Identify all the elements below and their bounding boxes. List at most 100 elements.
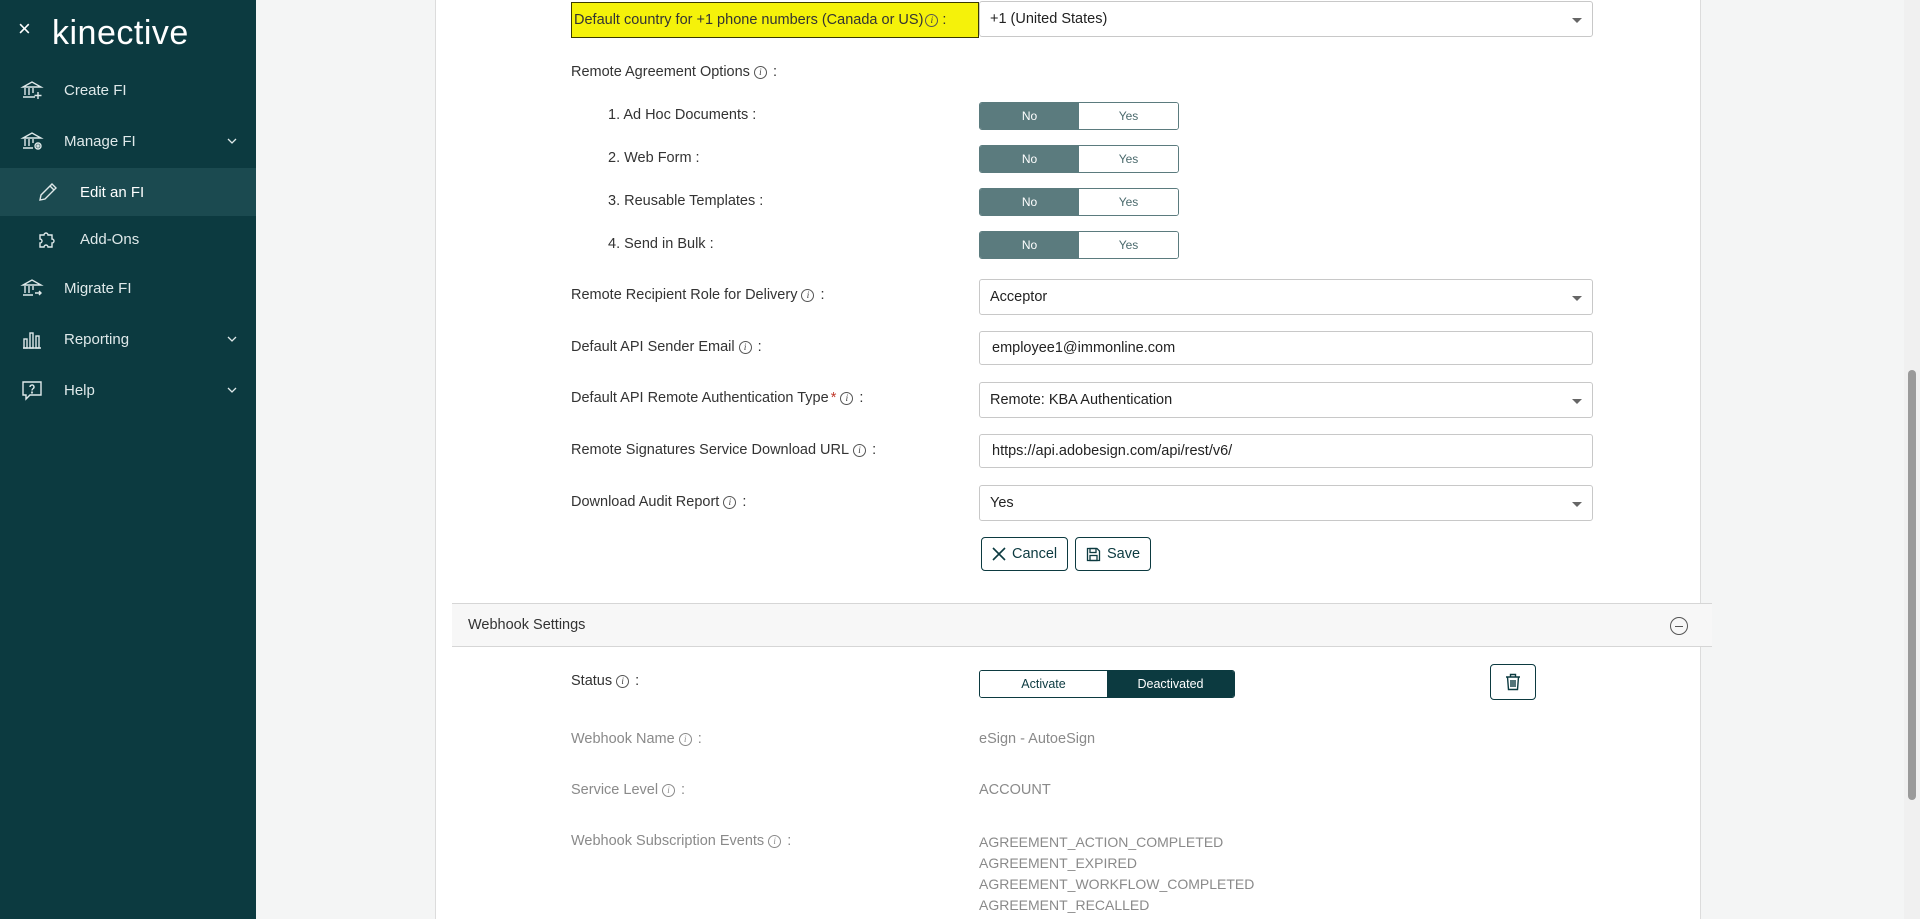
label-colon: : bbox=[697, 731, 702, 747]
webhook-section-header: Webhook Settings bbox=[452, 603, 1712, 647]
label-colon: : bbox=[757, 339, 762, 355]
label-text: Webhook Subscription Events bbox=[571, 833, 765, 849]
info-icon[interactable]: i bbox=[662, 783, 676, 797]
subscription-events-label: Webhook Subscription Events i : bbox=[571, 833, 791, 849]
info-icon[interactable]: i bbox=[753, 65, 767, 79]
label-text: Remote Signatures Service Download URL bbox=[571, 442, 850, 458]
info-icon[interactable]: i bbox=[768, 834, 782, 848]
trash-icon bbox=[1506, 673, 1520, 691]
bank-plus-icon bbox=[20, 81, 44, 99]
send-bulk-no-option[interactable]: No bbox=[980, 232, 1079, 258]
download-url-label: Remote Signatures Service Download URL i… bbox=[571, 442, 876, 458]
ad-hoc-no-option[interactable]: No bbox=[980, 103, 1079, 129]
web-form-no-option[interactable]: No bbox=[980, 146, 1079, 172]
label-colon: : bbox=[742, 494, 747, 510]
deactivated-option[interactable]: Deactivated bbox=[1107, 671, 1234, 697]
caret-down-icon bbox=[1572, 502, 1582, 507]
reusable-templates-no-option[interactable]: No bbox=[980, 189, 1079, 215]
reusable-templates-yes-option[interactable]: Yes bbox=[1079, 189, 1178, 215]
sidebar-item-label: Create FI bbox=[64, 81, 127, 99]
option-reusable-templates-label: 3. Reusable Templates : bbox=[608, 193, 764, 209]
sender-email-input[interactable] bbox=[979, 331, 1593, 365]
label-colon: : bbox=[942, 12, 947, 28]
default-country-label: Default country for +1 phone numbers (Ca… bbox=[571, 2, 979, 38]
cancel-label: Cancel bbox=[1012, 546, 1058, 562]
info-icon[interactable]: i bbox=[925, 13, 939, 27]
puzzle-icon bbox=[39, 232, 55, 248]
send-bulk-yes-option[interactable]: Yes bbox=[1079, 232, 1178, 258]
sidebar-item-create-fi[interactable]: Create FI bbox=[0, 67, 256, 113]
sidebar-item-reporting[interactable]: Reporting bbox=[0, 316, 256, 362]
recipient-role-select[interactable]: Acceptor bbox=[979, 279, 1593, 315]
info-icon[interactable]: i bbox=[801, 288, 815, 302]
activate-option[interactable]: Activate bbox=[980, 671, 1107, 697]
info-icon[interactable]: i bbox=[840, 391, 854, 405]
scrollbar-thumb[interactable] bbox=[1908, 370, 1916, 800]
webhook-name-label: Webhook Name i : bbox=[571, 731, 702, 747]
sidebar-item-manage-fi[interactable]: Manage FI bbox=[0, 118, 256, 164]
caret-down-icon bbox=[1572, 399, 1582, 404]
save-button[interactable]: Save bbox=[1075, 537, 1152, 571]
required-mark: * bbox=[830, 390, 837, 406]
label-colon: : bbox=[859, 390, 864, 406]
label-text: Remote Recipient Role for Delivery bbox=[571, 287, 798, 303]
audit-report-select[interactable]: Yes bbox=[979, 485, 1593, 521]
sidebar-item-add-ons[interactable]: Add-Ons bbox=[0, 216, 256, 262]
pencil-icon bbox=[39, 183, 57, 201]
label-colon: : bbox=[635, 673, 640, 689]
label-colon: : bbox=[772, 64, 777, 80]
sidebar-item-label: Help bbox=[64, 381, 95, 399]
subscription-events-list: AGREEMENT_ACTION_COMPLETED AGREEMENT_EXP… bbox=[979, 832, 1254, 916]
option-ad-hoc-label: 1. Ad Hoc Documents : bbox=[608, 107, 757, 123]
section-title: Webhook Settings bbox=[468, 617, 586, 633]
web-form-yes-option[interactable]: Yes bbox=[1079, 146, 1178, 172]
reusable-templates-toggle: No Yes bbox=[979, 188, 1179, 216]
label-text: Remote Agreement Options bbox=[571, 64, 750, 80]
sidebar-item-label: Manage FI bbox=[64, 132, 136, 150]
web-form-toggle: No Yes bbox=[979, 145, 1179, 173]
close-icon bbox=[992, 547, 1006, 561]
collapse-icon[interactable] bbox=[1670, 617, 1688, 635]
sidebar-item-migrate-fi[interactable]: Migrate FI bbox=[0, 265, 256, 311]
webhook-name-value: eSign - AutoeSign bbox=[979, 731, 1096, 747]
save-icon bbox=[1086, 547, 1101, 561]
service-level-label: Service Level i : bbox=[571, 782, 685, 798]
label-text: Default API Sender Email bbox=[571, 339, 735, 355]
list-item: AGREEMENT_EXPIRED bbox=[979, 855, 1137, 871]
bar-chart-icon bbox=[23, 332, 41, 349]
recipient-role-label: Remote Recipient Role for Delivery i : bbox=[571, 287, 824, 303]
chevron-down-icon[interactable] bbox=[226, 135, 238, 147]
send-bulk-toggle: No Yes bbox=[979, 231, 1179, 259]
list-item: AGREEMENT_RECALLED bbox=[979, 897, 1150, 913]
info-icon[interactable]: i bbox=[738, 340, 752, 354]
vertical-scrollbar[interactable] bbox=[1904, 0, 1920, 919]
download-url-input[interactable] bbox=[979, 434, 1593, 468]
info-icon[interactable]: i bbox=[616, 674, 630, 688]
ad-hoc-yes-option[interactable]: Yes bbox=[1079, 103, 1178, 129]
info-icon[interactable]: i bbox=[853, 443, 867, 457]
chevron-down-icon[interactable] bbox=[226, 384, 238, 396]
auth-type-label: Default API Remote Authentication Type *… bbox=[571, 390, 863, 406]
sidebar-item-label: Add-Ons bbox=[80, 230, 140, 248]
sidebar-item-label: Migrate FI bbox=[64, 279, 132, 297]
caret-down-icon bbox=[1572, 18, 1582, 23]
sidebar-item-edit-fi[interactable]: Edit an FI bbox=[0, 168, 256, 216]
sidebar-header: × kinective bbox=[0, 0, 256, 64]
info-icon[interactable]: i bbox=[678, 732, 692, 746]
caret-down-icon bbox=[1572, 296, 1582, 301]
sender-email-label: Default API Sender Email i : bbox=[571, 339, 762, 355]
kinective-logo: kinective bbox=[52, 14, 189, 52]
sidebar-item-help[interactable]: Help bbox=[0, 367, 256, 413]
chevron-down-icon[interactable] bbox=[226, 333, 238, 345]
delete-webhook-button[interactable] bbox=[1490, 664, 1536, 700]
label-text: Service Level bbox=[571, 782, 659, 798]
info-icon[interactable]: i bbox=[723, 495, 737, 509]
remote-options-label: Remote Agreement Options i : bbox=[571, 64, 777, 80]
auth-type-select[interactable]: Remote: KBA Authentication bbox=[979, 382, 1593, 418]
select-value: +1 (United States) bbox=[990, 11, 1108, 27]
default-country-select[interactable]: +1 (United States) bbox=[979, 1, 1593, 37]
close-icon[interactable]: × bbox=[18, 18, 38, 40]
cancel-button[interactable]: Cancel bbox=[981, 537, 1069, 571]
sidebar: × kinective Create FI Manage FI Edit an … bbox=[0, 0, 256, 919]
select-value: Acceptor bbox=[990, 289, 1048, 305]
